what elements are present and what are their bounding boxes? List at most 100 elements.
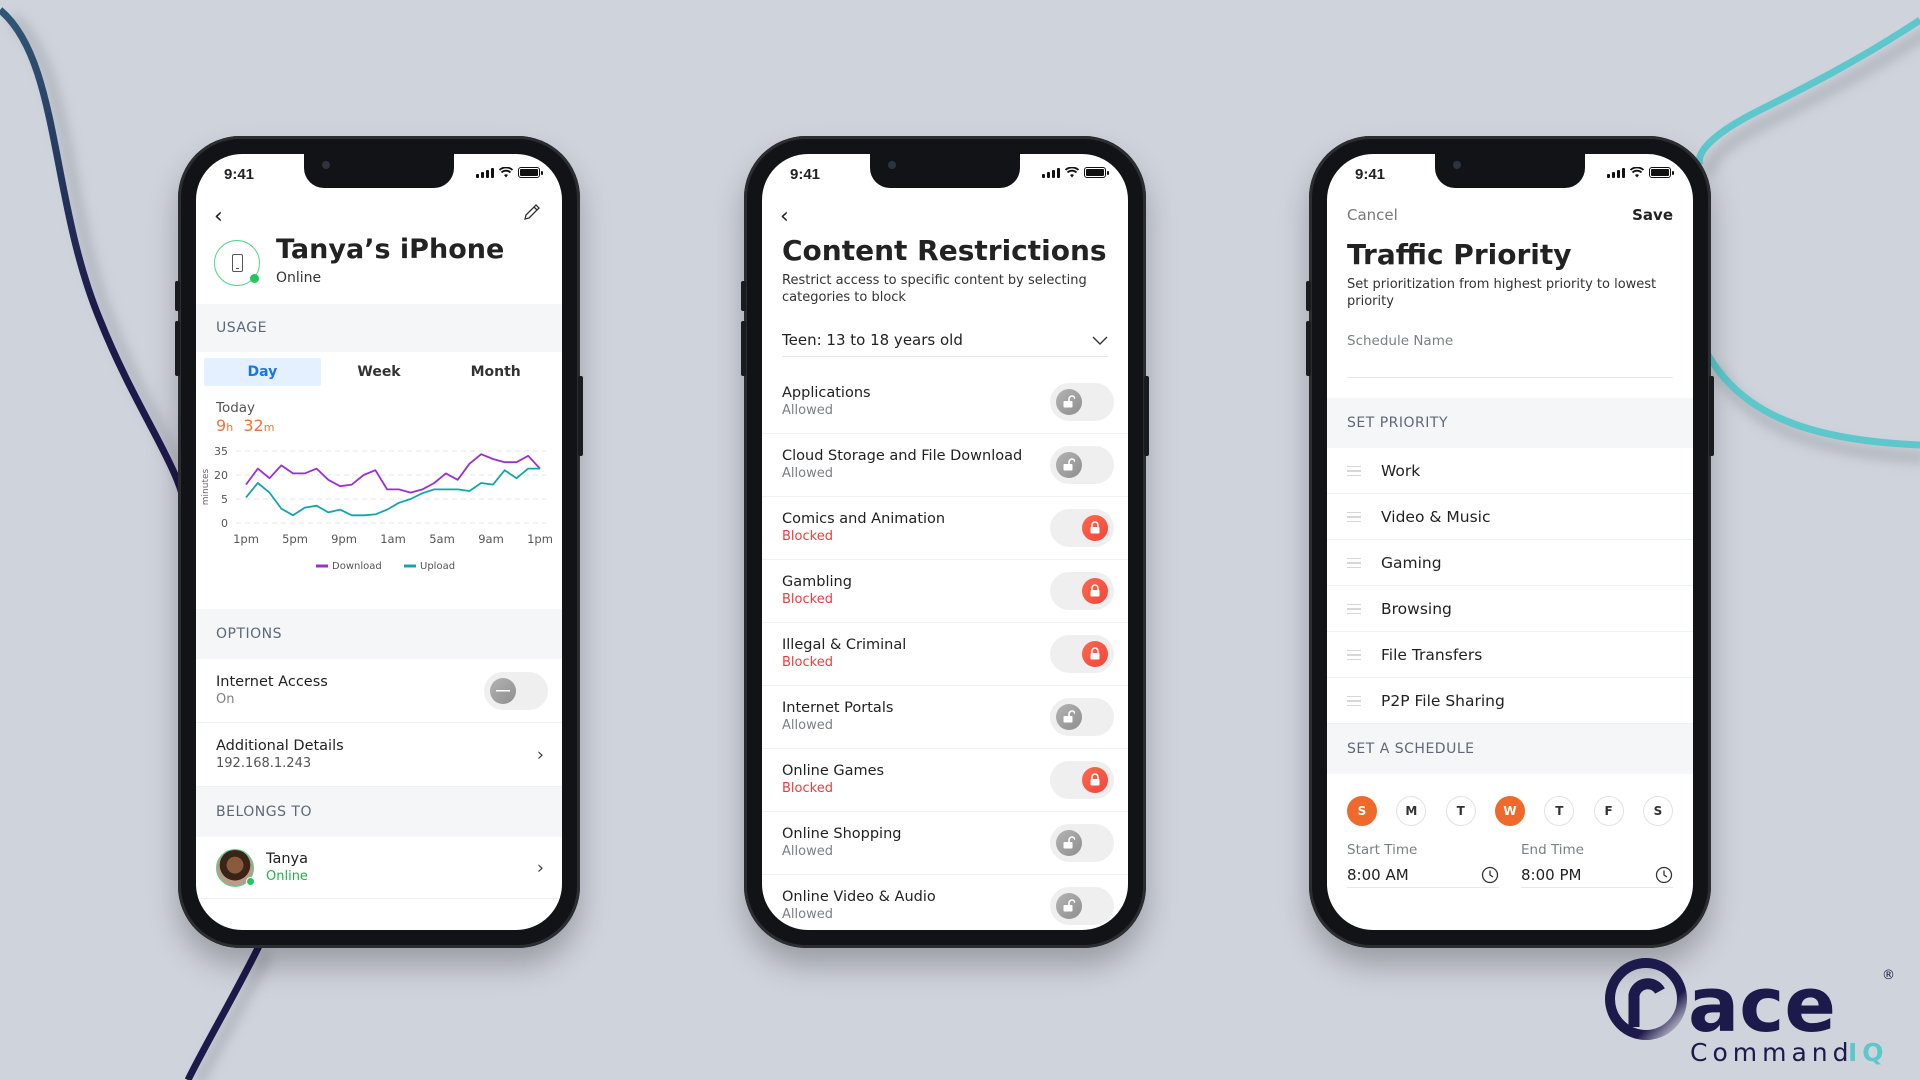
category-list: Applications Allowed Cloud Storage and Fil… [762,371,1128,930]
notch [304,154,454,188]
page-title: Traffic Priority [1347,238,1572,271]
duration-h-unit: h [226,421,234,434]
tab-month[interactable]: Month [437,358,554,386]
y-tick-label: 20 [214,469,228,482]
category-row: Online Video & Audio Allowed [762,875,1128,930]
priority-item[interactable]: Work [1327,448,1693,495]
unlock-icon [1063,836,1075,849]
category-row: Comics and Animation Blocked [762,497,1128,560]
back-button[interactable]: ‹ [214,204,223,229]
clock-icon [1655,866,1673,883]
section-set-schedule: SET A SCHEDULE [1327,724,1693,775]
section-belongs-to: BELONGS TO [196,787,562,837]
day-toggle[interactable]: F [1593,796,1624,827]
cancel-button[interactable]: Cancel [1347,206,1398,224]
end-time-field[interactable]: End Time 8:00 PM [1521,842,1673,889]
priority-item[interactable]: P2P File Sharing [1327,678,1693,725]
x-tick-label: 9pm [331,532,357,546]
schedule-name-input[interactable] [1347,376,1673,379]
phone-icon [231,254,243,272]
save-button[interactable]: Save [1632,206,1673,224]
usage-chart: 0 5 20 35minutes 1pm 5pm 9pm 1am 5am 9am 1pm Downlo… [201,445,553,572]
day-toggle[interactable]: W [1494,796,1525,827]
phone-side-button [741,321,746,376]
online-dot [246,877,255,886]
device-avatar [214,240,260,286]
day-toggle[interactable]: T [1544,796,1575,827]
category-block-toggle[interactable] [1050,697,1114,736]
navy-curve-bottom [184,938,266,1080]
chevron-right-icon: › [536,744,544,765]
online-dot [250,274,259,283]
drag-handle-icon[interactable] [1347,649,1361,661]
drag-handle-icon[interactable] [1347,603,1361,615]
registered-mark: ® [1882,968,1895,983]
category-row: Online Games Blocked [762,749,1128,812]
owner-status: Online [266,869,308,884]
chevron-right-icon: › [536,857,544,878]
toggle-knob [1056,451,1082,478]
owner-row[interactable]: Tanya Online › [196,837,562,899]
category-row: Illegal & Criminal Blocked [762,623,1128,686]
phone-traffic-priority: 9:41 Cancel Save Traffic Priority Set pr… [1306,136,1714,948]
category-block-toggle[interactable] [1050,571,1114,610]
back-button[interactable]: ‹ [780,204,789,229]
category-block-toggle[interactable] [1050,508,1114,547]
drag-handle-icon[interactable] [1347,557,1361,569]
age-group-select[interactable]: Teen: 13 to 18 years old [782,325,1108,357]
page-title: Content Restrictions [782,234,1107,267]
battery-icon [1649,167,1674,178]
toggle-knob [490,677,516,704]
legend-label-download: Download [332,561,382,572]
additional-details-row[interactable]: Additional Details 192.168.1.243 › [196,723,562,787]
tab-week[interactable]: Week [321,358,438,386]
category-row: Online Shopping Allowed [762,812,1128,875]
x-tick-label: 9am [478,532,504,546]
start-time-field[interactable]: Start Time 8:00 AM [1347,842,1499,889]
drag-handle-icon[interactable] [1347,465,1361,477]
priority-item[interactable]: Video & Music [1327,494,1693,541]
lock-icon [1090,584,1100,597]
unlock-icon [1063,899,1075,912]
drag-handle-icon[interactable] [1347,511,1361,523]
end-time-label: End Time [1521,842,1584,859]
day-toggle[interactable]: S [1642,796,1673,827]
phone-side-button [578,376,583,456]
category-block-toggle[interactable] [1050,634,1114,673]
day-toggle[interactable]: S [1347,796,1377,827]
notch [870,154,1020,188]
category-block-toggle[interactable] [1050,760,1114,799]
logo-command-text: Command [1690,1038,1854,1065]
day-toggle[interactable]: T [1445,796,1476,827]
device-screen: 9:41 ‹ Tanya’s iPhone Online USAGE Day W… [196,154,562,930]
phone-side-button [741,281,746,311]
category-block-toggle[interactable] [1050,382,1114,421]
category-block-toggle[interactable] [1050,445,1114,484]
device-status: Online [276,270,322,286]
toggle-knob [1082,640,1108,667]
category-block-toggle[interactable] [1050,886,1114,925]
toggle-knob [1082,577,1108,604]
edit-pencil-icon[interactable] [522,202,542,222]
lock-icon [1090,647,1100,660]
phone-side-button [1306,281,1311,311]
priority-item[interactable]: Browsing [1327,586,1693,633]
phone-side-button [1144,376,1149,456]
schedule-name-label: Schedule Name [1347,332,1454,349]
logo-text: ace [1688,960,1836,1049]
day-toggle[interactable]: M [1396,796,1427,827]
tab-day[interactable]: Day [204,358,321,386]
priority-label: Work [1381,461,1421,480]
toggle-knob [1056,703,1082,730]
drag-handle-icon[interactable] [1347,695,1361,707]
internet-access-toggle[interactable] [484,671,548,710]
phone-device-details: 9:41 ‹ Tanya’s iPhone Online USAGE Day W… [175,136,583,948]
priority-item[interactable]: File Transfers [1327,632,1693,679]
internet-access-row: Internet Access On [196,659,562,723]
minus-icon [496,689,510,691]
priority-item[interactable]: Gaming [1327,540,1693,587]
phone-side-button [1709,376,1714,456]
logo-iq-text: IQ [1848,1038,1889,1065]
priority-label: File Transfers [1381,645,1483,664]
category-block-toggle[interactable] [1050,823,1114,862]
